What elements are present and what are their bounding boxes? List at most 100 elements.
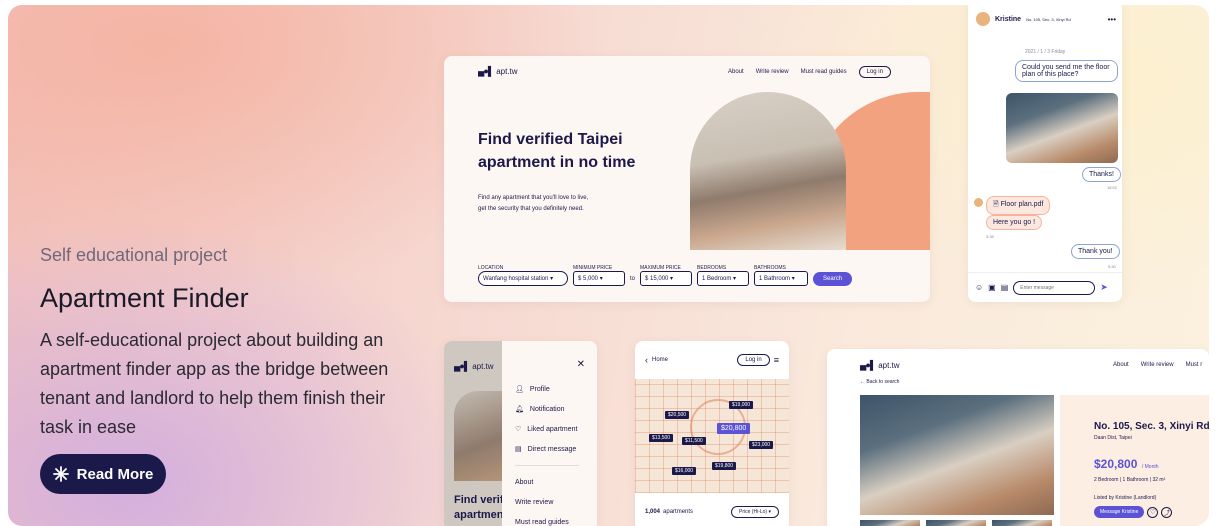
location-value: Wanfang hospital station <box>483 276 549 282</box>
detail-nav-review[interactable]: Write review <box>1141 362 1174 368</box>
time-1: 18:52 <box>1107 185 1118 190</box>
search-filters: LOCATION Wanfang hospital station ▾ MINIM… <box>478 265 853 286</box>
login-button[interactable]: Log in <box>858 66 891 78</box>
thumb-row <box>860 520 1052 526</box>
bathroom-select[interactable]: 1 Bathroom ▾ <box>754 271 809 286</box>
apartment-specs: 2 Bedroom | 1 Bathroom | 32 m² <box>1094 477 1166 483</box>
close-icon[interactable]: ✕ <box>577 359 585 370</box>
headline-line-1: Find verified Taipei <box>478 131 623 148</box>
filter-bed: BEDROOMS 1 Bedroom ▾ <box>697 265 750 286</box>
landing-headline: Find verified Taipei apartment in no tim… <box>478 128 635 174</box>
apartment-district: Daan Dist, Taipei <box>1094 435 1132 441</box>
menu-logo: ▄●▌ apt.tw <box>454 361 494 371</box>
map-area[interactable]: $20,500 $19,000 $13,500 $11,500 $20,800 … <box>635 379 789 493</box>
menu-link-about[interactable]: About <box>515 472 597 492</box>
chat-avatar-small <box>974 198 983 207</box>
apartment-title: No. 105, Sec. 3, Xinyi Rd <box>1094 421 1209 432</box>
share-icon[interactable]: ⤴ <box>1161 506 1173 518</box>
menu-item-direct-message[interactable]: ▤ Direct message <box>515 439 597 459</box>
message-floor-plan-request: Could you send me the floor plan of this… <box>1015 60 1118 82</box>
message-thank-you: Thank you! <box>1071 244 1120 259</box>
menu-item-profile[interactable]: 👤︎ Profile <box>515 379 597 399</box>
price-pin[interactable]: $20,500 <box>665 411 690 419</box>
map-header: ‹ Home Log in ≡ <box>635 341 789 379</box>
landing-nav: About Write review Must read guides Log … <box>728 66 891 78</box>
project-description: A self-educational project about buildin… <box>40 330 389 437</box>
file-attachment[interactable]: 🗎 Floor plan.pdf <box>986 196 1051 215</box>
result-count-label: apartments <box>663 509 694 515</box>
thumbnail[interactable] <box>992 520 1052 526</box>
menu-mockup: ▄●▌ apt.tw Find verifi apartmen ✕ 👤︎ Profi… <box>444 341 597 526</box>
detail-nav-about[interactable]: About <box>1113 362 1129 368</box>
max-value: $ 15,000 <box>645 276 669 282</box>
filter-min: MINIMUM PRICE $ 5,000 ▾ <box>573 265 625 286</box>
profile-label: Profile <box>529 385 550 393</box>
hamburger-icon[interactable]: ≡ <box>774 355 779 365</box>
menu-link-review[interactable]: Write review <box>515 492 597 512</box>
back-to-search[interactable]: ← Back to search <box>860 379 899 385</box>
max-price-select[interactable]: $ 15,000 ▾ <box>640 271 693 286</box>
message-landlord-button[interactable]: Message Kristine <box>1094 506 1145 518</box>
file-name: Floor plan.pdf <box>1000 201 1044 208</box>
map-mockup: ‹ Home Log in ≡ $20,500 $19,000 $13,500 … <box>635 341 789 526</box>
price-pin-selected[interactable]: $20,800 <box>717 423 751 434</box>
detail-nav-guides[interactable]: Must r <box>1186 362 1203 368</box>
send-icon[interactable]: ➤ <box>1100 282 1108 293</box>
emoji-icon[interactable]: ☺ <box>975 283 983 292</box>
read-more-button[interactable]: Read More <box>40 454 166 494</box>
time-3: 9:30 <box>1108 264 1116 269</box>
logo-text: apt.tw <box>496 66 518 76</box>
price-pin[interactable]: $11,500 <box>682 437 706 445</box>
sort-value: Price (Hi-Lo) <box>739 509 768 515</box>
min-value: $ 5,000 <box>578 276 599 282</box>
bedroom-select[interactable]: 1 Bedroom ▾ <box>697 271 750 286</box>
nav-write-review[interactable]: Write review <box>756 69 789 75</box>
menu-link-guides[interactable]: Must read guides <box>515 512 597 526</box>
home-link[interactable]: Home <box>652 357 668 363</box>
menu-panel: ✕ 👤︎ Profile 🔔︎ Notification ♡ Liked apartm… <box>502 341 597 526</box>
map-login-button[interactable]: Log in <box>737 354 770 366</box>
menu-item-notification[interactable]: 🔔︎ Notification <box>515 399 597 419</box>
price-pin[interactable]: $19,000 <box>729 401 754 409</box>
project-title: Apartment Finder <box>40 283 249 313</box>
nav-guides[interactable]: Must read guides <box>801 69 847 75</box>
read-more-label: Read More <box>76 465 154 483</box>
avatar <box>976 12 990 26</box>
heart-icon[interactable]: ♡ <box>1147 506 1159 518</box>
filter-bath: BATHROOMS 1 Bathroom ▾ <box>754 265 809 286</box>
more-icon[interactable]: ••• <box>1108 15 1116 24</box>
price-pin[interactable]: $13,500 <box>649 434 674 442</box>
peek-line-2: apartmen <box>454 509 504 521</box>
sort-select[interactable]: Price (Hi-Lo) ▾ <box>731 506 779 518</box>
thumbnail[interactable] <box>926 520 986 526</box>
detail-mockup: ▄●▌ apt.tw About Write review Must r ← Ba… <box>827 349 1209 526</box>
message-input[interactable] <box>1013 280 1096 295</box>
price-pin[interactable]: $16,000 <box>672 467 697 475</box>
location-select[interactable]: Wanfang hospital station ▾ <box>478 271 568 286</box>
logo-mark: ▄●▌ <box>478 66 494 76</box>
bed-value: 1 Bedroom <box>702 276 732 282</box>
price-pin[interactable]: $19,800 <box>712 462 737 470</box>
message-thanks: Thanks! <box>1082 167 1121 182</box>
attach-icon[interactable]: ▤ <box>1001 283 1009 292</box>
dm-label: Direct message <box>527 445 577 453</box>
notification-label: Notification <box>529 405 565 413</box>
chat-date: 2021 / 1 / 3 Friday <box>1025 49 1066 55</box>
menu-peek-photo <box>454 391 502 481</box>
back-label: Back to search <box>866 379 900 385</box>
nav-about[interactable]: About <box>728 69 744 75</box>
headline-line-2: apartment in no time <box>478 154 636 171</box>
search-button[interactable]: Search <box>813 272 853 286</box>
price-pin[interactable]: $23,000 <box>749 441 774 449</box>
image-icon[interactable]: ▣ <box>988 283 996 292</box>
chat-name: Kristine <box>995 15 1022 23</box>
chevron-left-icon[interactable]: ‹ <box>645 355 648 365</box>
sub-line-2: get the security that you definitely nee… <box>478 206 584 212</box>
message-icon: ▤ <box>515 446 522 453</box>
chat-header: Kristine No. 105, Sec. 3, Xinyi Rd ••• <box>976 12 1116 26</box>
min-price-select[interactable]: $ 5,000 ▾ <box>573 271 625 286</box>
filter-location: LOCATION Wanfang hospital station ▾ <box>478 265 568 286</box>
menu-item-liked[interactable]: ♡ Liked apartment <box>515 419 597 439</box>
chat-address: No. 105, Sec. 3, Xinyi Rd <box>1026 16 1071 22</box>
thumbnail[interactable] <box>860 520 920 526</box>
